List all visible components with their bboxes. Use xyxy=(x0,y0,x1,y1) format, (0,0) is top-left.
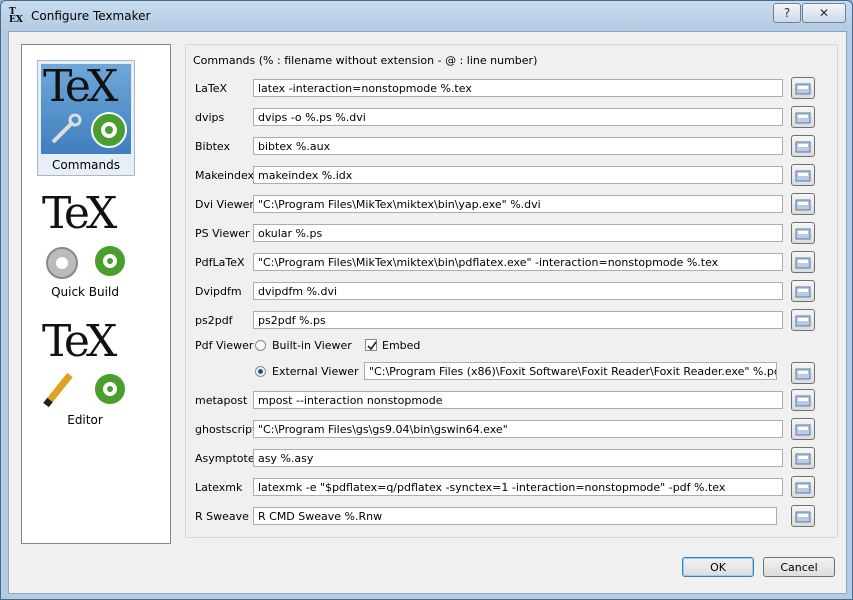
editor-image: TeX xyxy=(40,319,130,409)
ps2pdf-command-field[interactable]: ps2pdf %.ps xyxy=(253,311,783,329)
latex-command-field[interactable]: latex -interaction=nonstopmode %.tex xyxy=(253,79,783,97)
dvips-command-field[interactable]: dvips -o %.ps %.dvi xyxy=(253,108,783,126)
help-button[interactable]: ? xyxy=(773,3,801,23)
external-viewer-label: External Viewer xyxy=(272,365,359,378)
embed-label: Embed xyxy=(382,339,421,352)
r-sweave-browse-button[interactable] xyxy=(791,505,815,527)
folder-icon xyxy=(795,424,811,436)
ps2pdf-browse-button[interactable] xyxy=(791,309,815,331)
label-dvipdfm: Dvipdfm xyxy=(195,285,242,298)
ps-viewer-command-field[interactable]: okular %.ps xyxy=(253,224,783,242)
metapost-command-field[interactable]: mpost --interaction nonstopmode xyxy=(253,391,783,409)
sidebar-item-label: Commands xyxy=(52,158,120,172)
bibtex-command-field[interactable]: bibtex %.aux xyxy=(253,137,783,155)
commands-group-title: Commands (% : filename without extension… xyxy=(193,54,538,67)
dvi-viewer-command-field[interactable]: "C:\Program Files\MikTex\miktex\bin\yap.… xyxy=(253,195,783,213)
label-metapost: metapost xyxy=(195,394,248,407)
pencil-gear-icon xyxy=(43,372,127,408)
builtin-viewer-label: Built-in Viewer xyxy=(272,339,352,352)
label-r-sweave: R Sweave xyxy=(195,510,249,523)
commands-image: TeX xyxy=(41,64,131,154)
folder-icon xyxy=(795,395,811,407)
sidebar-item-editor[interactable]: TeX Editor xyxy=(37,316,133,430)
dvi-viewer-browse-button[interactable] xyxy=(791,193,815,215)
latexmk-command-field[interactable]: latexmk -e "$pdflatex=q/pdflatex -syncte… xyxy=(253,478,783,496)
latex-browse-button[interactable] xyxy=(791,77,815,99)
ghostscript-browse-button[interactable] xyxy=(791,418,815,440)
label-asymptote: Asymptote xyxy=(195,452,255,465)
wrench-gear-icon xyxy=(51,112,127,148)
folder-icon xyxy=(795,482,811,494)
close-button[interactable]: ✕ xyxy=(802,3,846,23)
folder-icon xyxy=(795,170,811,182)
label-pdf-viewer: Pdf Viewer xyxy=(195,339,254,352)
folder-icon xyxy=(795,257,811,269)
folder-icon xyxy=(795,112,811,124)
gears-icon xyxy=(46,244,127,279)
builtin-viewer-radio[interactable] xyxy=(255,340,266,351)
pdflatex-command-field[interactable]: "C:\Program Files\MikTex\miktex\bin\pdfl… xyxy=(253,253,783,271)
latexmk-browse-button[interactable] xyxy=(791,476,815,498)
ghostscript-command-field[interactable]: "C:\Program Files\gs\gs9.04\bin\gswin64.… xyxy=(253,420,783,438)
external-viewer-browse-button[interactable] xyxy=(791,362,815,384)
label-dvips: dvips xyxy=(195,111,225,124)
ps-viewer-browse-button[interactable] xyxy=(791,222,815,244)
label-ps2pdf: ps2pdf xyxy=(195,314,233,327)
makeindex-command-field[interactable]: makeindex %.idx xyxy=(253,166,783,184)
ok-button[interactable]: OK xyxy=(682,557,754,577)
title-bar: T EX Configure Texmaker ? ✕ xyxy=(1,1,852,31)
r-sweave-command-field[interactable]: R CMD Sweave %.Rnw xyxy=(253,507,777,525)
dvipdfm-command-field[interactable]: dvipdfm %.dvi xyxy=(253,282,783,300)
external-viewer-field[interactable]: "C:\Program Files (x86)\Foxit Software\F… xyxy=(364,362,777,380)
sidebar-item-quick-build[interactable]: TeX Quick Build xyxy=(37,188,133,302)
dialog-body: TeX Commands TeX Quick Build TeX Editor … xyxy=(8,31,847,594)
folder-icon xyxy=(795,286,811,298)
configure-dialog: TEX Configure Texmaker ? ✕ TeX Commands xyxy=(0,0,853,600)
metapost-browse-button[interactable] xyxy=(791,389,815,411)
label-ghostscript: ghostscript xyxy=(195,423,257,436)
window-title: Configure Texmaker xyxy=(31,9,151,23)
folder-icon xyxy=(795,199,811,211)
folder-icon xyxy=(795,83,811,95)
folder-icon xyxy=(795,453,811,465)
bibtex-browse-button[interactable] xyxy=(791,135,815,157)
folder-icon xyxy=(795,228,811,240)
sidebar-item-commands[interactable]: TeX Commands xyxy=(37,60,135,176)
folder-icon xyxy=(795,368,811,380)
asymptote-command-field[interactable]: asy %.asy xyxy=(253,449,783,467)
label-dvi-viewer: Dvi Viewer xyxy=(195,198,254,211)
sidebar-item-label: Editor xyxy=(67,413,103,427)
makeindex-browse-button[interactable] xyxy=(791,164,815,186)
sidebar-item-label: Quick Build xyxy=(51,285,119,299)
folder-icon xyxy=(795,511,811,523)
label-ps-viewer: PS Viewer xyxy=(195,227,250,240)
dvipdfm-browse-button[interactable] xyxy=(791,280,815,302)
embed-checkbox[interactable] xyxy=(365,339,377,351)
folder-icon xyxy=(795,141,811,153)
folder-icon xyxy=(795,315,811,327)
checkmark-icon xyxy=(367,341,377,351)
label-pdflatex: PdfLaTeX xyxy=(195,256,245,269)
category-list: TeX Commands TeX Quick Build TeX Editor xyxy=(21,44,171,544)
label-makeindex: Makeindex xyxy=(195,169,255,182)
texmaker-app-icon: T EX xyxy=(9,7,23,25)
quick-build-image: TeX xyxy=(40,191,130,281)
label-bibtex: Bibtex xyxy=(195,140,230,153)
label-latex: LaTeX xyxy=(195,82,228,95)
pdflatex-browse-button[interactable] xyxy=(791,251,815,273)
dvips-browse-button[interactable] xyxy=(791,106,815,128)
asymptote-browse-button[interactable] xyxy=(791,447,815,469)
external-viewer-radio[interactable] xyxy=(255,366,266,377)
cancel-button[interactable]: Cancel xyxy=(763,557,835,577)
label-latexmk: Latexmk xyxy=(195,481,243,494)
